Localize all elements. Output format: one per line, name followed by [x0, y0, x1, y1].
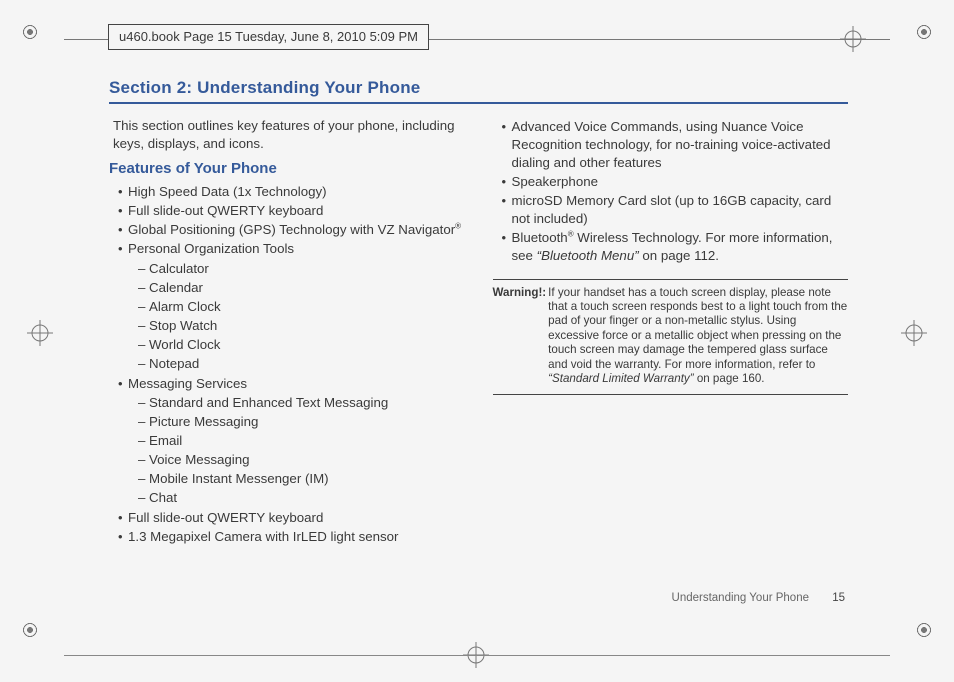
intro-text: This section outlines key features of yo… — [113, 117, 465, 153]
crop-mark-icon — [18, 20, 42, 44]
cross-ref-link: “Bluetooth Menu” — [537, 248, 639, 263]
feature-item-text: Bluetooth — [512, 230, 568, 245]
sub-feature-item: Voice Messaging — [138, 451, 465, 469]
feature-item: Messaging Services Standard and Enhanced… — [118, 375, 465, 508]
sub-feature-item: Chat — [138, 489, 465, 507]
footer-label: Understanding Your Phone — [672, 592, 809, 604]
sub-feature-item: Picture Messaging — [138, 413, 465, 431]
warning-text-part: on page 160. — [694, 372, 765, 385]
registration-target-icon — [27, 320, 53, 346]
feature-item: Speakerphone — [502, 173, 849, 191]
section-title: Section 2: Understanding Your Phone — [109, 78, 848, 98]
feature-item: Bluetooth® Wireless Technology. For more… — [502, 229, 849, 265]
sub-feature-item: Stop Watch — [138, 317, 465, 335]
crop-mark-icon — [912, 618, 936, 642]
feature-item: microSD Memory Card slot (up to 16GB cap… — [502, 192, 849, 228]
feature-item: Advanced Voice Commands, using Nuance Vo… — [502, 118, 849, 172]
sub-feature-item: Mobile Instant Messenger (IM) — [138, 470, 465, 488]
warning-text-part: If your handset has a touch screen displ… — [548, 286, 847, 371]
crop-mark-icon — [18, 618, 42, 642]
feature-item-text: Personal Organization Tools — [128, 241, 294, 256]
registration-target-icon — [901, 320, 927, 346]
page-content: Section 2: Understanding Your Phone This… — [109, 78, 848, 547]
cross-ref-link: “Standard Limited Warranty” — [548, 372, 693, 385]
page-number: 15 — [832, 592, 845, 604]
title-rule — [109, 102, 848, 104]
bottom-rule — [64, 655, 890, 656]
warning-block: Warning!: If your handset has a touch sc… — [493, 279, 849, 395]
page-footer: Understanding Your Phone 15 — [672, 592, 845, 604]
feature-item: Full slide-out QWERTY keyboard — [118, 509, 465, 527]
print-header: u460.book Page 15 Tuesday, June 8, 2010 … — [64, 24, 890, 54]
feature-item-text: Global Positioning (GPS) Technology with… — [128, 222, 455, 237]
print-stamp: u460.book Page 15 Tuesday, June 8, 2010 … — [108, 24, 429, 50]
feature-item-text: Messaging Services — [128, 376, 247, 391]
feature-item: Global Positioning (GPS) Technology with… — [118, 221, 465, 239]
sub-feature-item: Notepad — [138, 355, 465, 373]
feature-item: High Speed Data (1x Technology) — [118, 183, 465, 201]
sub-feature-item: Email — [138, 432, 465, 450]
left-column: This section outlines key features of yo… — [109, 117, 465, 547]
sub-feature-item: Alarm Clock — [138, 298, 465, 316]
crop-mark-icon — [912, 20, 936, 44]
feature-item: Full slide-out QWERTY keyboard — [118, 202, 465, 220]
feature-item: 1.3 Megapixel Camera with IrLED light se… — [118, 528, 465, 546]
warning-label: Warning!: — [493, 286, 549, 387]
feature-item: Personal Organization Tools Calculator C… — [118, 240, 465, 373]
sub-feature-item: Calendar — [138, 279, 465, 297]
feature-item-text: on page 112. — [639, 248, 719, 263]
sub-feature-item: Calculator — [138, 260, 465, 278]
sub-feature-item: World Clock — [138, 336, 465, 354]
warning-text: If your handset has a touch screen displ… — [548, 286, 848, 387]
sub-feature-item: Standard and Enhanced Text Messaging — [138, 394, 465, 412]
right-column: Advanced Voice Commands, using Nuance Vo… — [493, 117, 849, 547]
registered-mark-icon: ® — [455, 222, 461, 231]
features-heading: Features of Your Phone — [109, 159, 465, 179]
